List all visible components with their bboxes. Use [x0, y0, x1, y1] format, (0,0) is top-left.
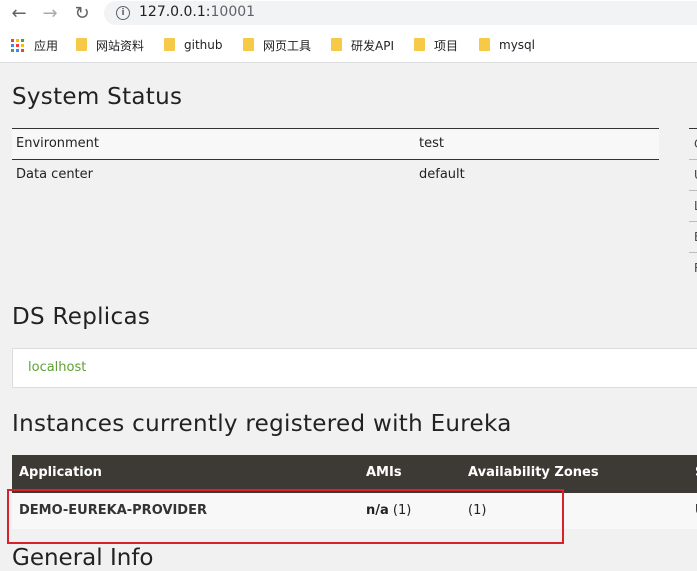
- bookmark-projects[interactable]: 项目: [414, 37, 458, 53]
- general-info-title: General Info: [12, 545, 154, 571]
- system-status-table: Environment test Data center default: [12, 128, 659, 190]
- back-arrow-icon[interactable]: ←: [8, 3, 30, 25]
- status-key: Data center: [16, 167, 93, 182]
- bookmarks-bar: 应用 网站资料 github 网页工具 研发API 项目 mysql: [0, 28, 697, 63]
- system-status-title: System Status: [12, 84, 183, 110]
- side-cell: R: [689, 252, 697, 283]
- annotation-highlight-box: [7, 489, 564, 544]
- browser-toolbar: ← → ↻ i 127.0.0.1:10001: [0, 0, 697, 28]
- status-value: default: [419, 167, 465, 182]
- bookmark-label: 网页工具: [263, 38, 312, 53]
- forward-arrow-icon[interactable]: →: [39, 3, 61, 25]
- folder-icon: [331, 37, 342, 51]
- column-header: Application: [19, 465, 102, 480]
- bookmark-apps[interactable]: 应用: [11, 37, 58, 53]
- ds-replicas-title: DS Replicas: [12, 304, 151, 330]
- bookmark-label: 网站资料: [96, 38, 145, 53]
- bookmark-label: mysql: [499, 38, 535, 52]
- info-icon[interactable]: i: [116, 6, 130, 20]
- status-key: Environment: [16, 136, 100, 151]
- bookmark-label: 项目: [434, 38, 459, 53]
- folder-icon: [164, 37, 175, 51]
- bookmark-label: github: [184, 38, 223, 52]
- side-cell: L: [689, 190, 697, 221]
- replica-link[interactable]: localhost: [28, 360, 86, 375]
- folder-icon: [76, 37, 87, 51]
- bookmark-label: 应用: [34, 38, 59, 53]
- side-cell: U: [689, 159, 697, 190]
- folder-icon: [414, 37, 425, 51]
- instances-title: Instances currently registered with Eure…: [12, 411, 512, 437]
- bookmark-dev-api[interactable]: 研发API: [331, 37, 394, 53]
- table-row: Data center default: [12, 160, 659, 190]
- reload-icon[interactable]: ↻: [71, 3, 93, 25]
- apps-grid-icon: [11, 38, 24, 52]
- bookmark-mysql[interactable]: mysql: [479, 37, 535, 53]
- side-cell: E: [689, 221, 697, 252]
- column-header: AMIs: [366, 465, 402, 480]
- address-bar[interactable]: i 127.0.0.1:10001: [104, 1, 697, 25]
- bookmark-web-tools[interactable]: 网页工具: [243, 37, 311, 53]
- bookmark-github[interactable]: github: [164, 37, 222, 53]
- url-text[interactable]: 127.0.0.1:10001: [139, 4, 255, 20]
- status-value: test: [419, 136, 444, 151]
- bookmark-website-materials[interactable]: 网站资料: [76, 37, 144, 53]
- folder-icon: [243, 37, 254, 51]
- folder-icon: [479, 37, 490, 51]
- side-cell: C: [689, 128, 697, 159]
- instances-table-header: Application AMIs Availability Zones S: [12, 455, 697, 493]
- column-header: Availability Zones: [468, 465, 599, 480]
- side-status-table: C U L E R: [689, 128, 697, 283]
- table-row: Environment test: [12, 128, 659, 160]
- bookmark-label: 研发API: [351, 38, 394, 53]
- replica-list: localhost: [12, 348, 697, 388]
